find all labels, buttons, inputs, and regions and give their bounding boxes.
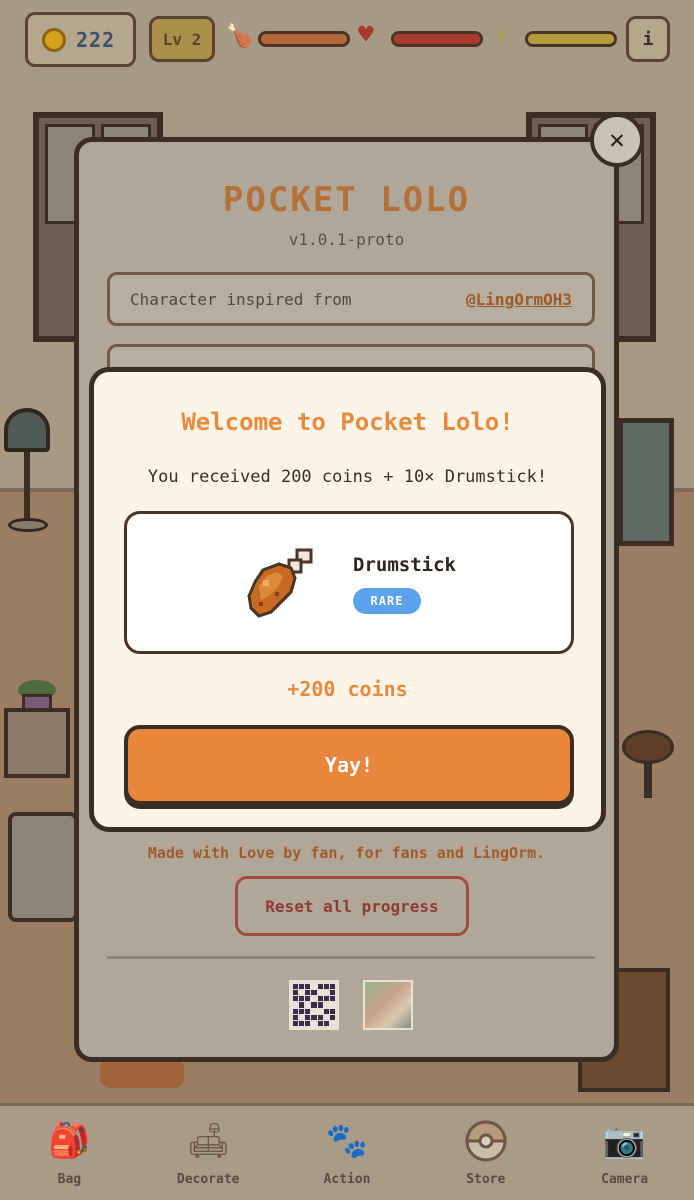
close-icon: ✕	[609, 125, 625, 155]
floor-rug	[100, 1058, 184, 1088]
qr-code-image[interactable]	[289, 980, 339, 1030]
bottom-nav: 🎒 Bag 🛋 Decorate 🐾 Action Store 📷 Camera	[0, 1103, 694, 1200]
energy-bar	[525, 31, 617, 47]
health-bar	[391, 31, 483, 47]
made-with-text: Made with Love by fan, for fans and Ling…	[147, 844, 546, 862]
app-title: POCKET LOLO	[222, 180, 471, 220]
credit-label: Character inspired from	[130, 289, 352, 309]
divider	[107, 956, 595, 959]
coins-bonus: +200 coins	[287, 677, 408, 701]
hunger-bar-fill	[261, 34, 347, 44]
welcome-subtitle: You received 200 coins + 10× Drumstick!	[147, 467, 548, 487]
reset-progress-button[interactable]: Reset all progress	[235, 876, 469, 936]
nav-item-camera[interactable]: 📷 Camera	[570, 1116, 680, 1187]
aquarium-cabinet	[618, 418, 674, 546]
rarity-badge: RARE	[353, 588, 421, 614]
nav-label-store: Store	[466, 1172, 506, 1187]
photo-thumbnail[interactable]	[363, 980, 413, 1030]
drumstick-icon: 🍗	[226, 24, 254, 49]
credit-link[interactable]: @LingOrmOH3	[466, 290, 572, 309]
nav-label-decorate: Decorate	[176, 1172, 240, 1187]
nav-item-bag[interactable]: 🎒 Bag	[14, 1116, 124, 1187]
heart-icon: ♥	[358, 20, 374, 50]
nav-item-store[interactable]: Store	[431, 1116, 541, 1187]
nav-label-bag: Bag	[57, 1172, 82, 1187]
camera-icon: 📷	[603, 1121, 646, 1161]
paw-icon: 🐾	[325, 1121, 369, 1161]
hunger-bar	[258, 31, 350, 47]
armchair-icon: 🛋	[186, 1121, 230, 1161]
couch	[8, 812, 78, 922]
coin-icon	[42, 27, 66, 52]
pokeball-icon	[462, 1116, 510, 1166]
app-version: v1.0.1-proto	[288, 230, 405, 249]
nav-label-camera: Camera	[601, 1172, 649, 1187]
reward-card: Drumstick RARE	[124, 511, 574, 654]
info-button[interactable]: i	[626, 16, 670, 62]
bag-icon: 🎒	[48, 1121, 91, 1161]
floor-lamp	[4, 408, 50, 452]
credit-row: Character inspired from @LingOrmOH3	[107, 272, 595, 326]
drumstick-icon	[247, 548, 313, 618]
yay-button[interactable]: Yay!	[124, 725, 574, 805]
coin-count: 222	[76, 27, 116, 52]
coin-counter: 222	[25, 12, 136, 67]
welcome-title: Welcome to Pocket Lolo!	[181, 408, 514, 436]
nav-label-action: Action	[323, 1172, 371, 1187]
side-table	[4, 708, 70, 778]
close-button[interactable]: ✕	[590, 113, 644, 167]
nav-item-decorate[interactable]: 🛋 Decorate	[153, 1116, 263, 1187]
level-badge: Lv 2	[149, 16, 215, 62]
health-bar-fill	[394, 34, 480, 44]
nav-item-action[interactable]: 🐾 Action	[292, 1116, 402, 1187]
round-table	[622, 730, 674, 764]
lightning-icon: ⚡	[495, 24, 509, 49]
reward-item-name: Drumstick	[353, 554, 456, 576]
welcome-modal: Welcome to Pocket Lolo! You received 200…	[89, 367, 606, 832]
energy-bar-fill	[528, 34, 614, 44]
